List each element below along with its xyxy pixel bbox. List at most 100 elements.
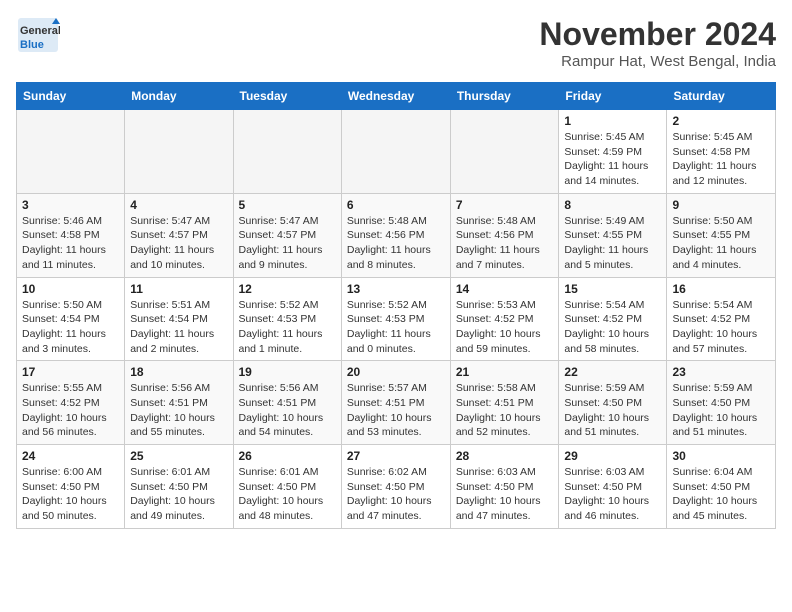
calendar-week-row: 3 Sunrise: 5:46 AM Sunset: 4:58 PM Daylig… <box>17 193 776 277</box>
calendar-cell: 5 Sunrise: 5:47 AM Sunset: 4:57 PM Daylig… <box>233 193 341 277</box>
day-info: Sunrise: 5:45 AM Sunset: 4:59 PM Dayligh… <box>564 130 661 189</box>
calendar-cell: 20Sunrise: 5:57 AM Sunset: 4:51 PM Dayli… <box>341 361 450 445</box>
day-info: Sunrise: 5:50 AM Sunset: 4:54 PM Dayligh… <box>22 298 119 357</box>
calendar-cell <box>341 110 450 194</box>
logo-icon: General Blue <box>16 16 60 54</box>
calendar-week-row: 1 Sunrise: 5:45 AM Sunset: 4:59 PM Daylig… <box>17 110 776 194</box>
day-number: 10 <box>22 282 119 296</box>
calendar-cell: 30 Sunrise: 6:04 AM Sunset: 4:50 PM Dayli… <box>667 445 776 529</box>
day-info: Sunrise: 5:46 AM Sunset: 4:58 PM Dayligh… <box>22 214 119 273</box>
day-number: 6 <box>347 198 445 212</box>
day-info: Sunrise: 5:48 AM Sunset: 4:56 PM Dayligh… <box>456 214 554 273</box>
calendar-table: SundayMondayTuesdayWednesdayThursdayFrid… <box>16 82 776 529</box>
day-number: 24 <box>22 449 119 463</box>
day-number: 7 <box>456 198 554 212</box>
calendar-cell: 21 Sunrise: 5:58 AM Sunset: 4:51 PM Dayli… <box>450 361 559 445</box>
day-info: Sunrise: 5:56 AM Sunset: 4:51 PM Dayligh… <box>239 381 336 440</box>
calendar-week-row: 24 Sunrise: 6:00 AM Sunset: 4:50 PM Dayli… <box>17 445 776 529</box>
page-header: General Blue November 2024 Rampur Hat, W… <box>16 16 776 70</box>
day-number: 14 <box>456 282 554 296</box>
day-info: Sunrise: 5:45 AM Sunset: 4:58 PM Dayligh… <box>672 130 770 189</box>
calendar-cell <box>450 110 559 194</box>
day-info: Sunrise: 6:03 AM Sunset: 4:50 PM Dayligh… <box>564 465 661 524</box>
day-info: Sunrise: 5:58 AM Sunset: 4:51 PM Dayligh… <box>456 381 554 440</box>
day-number: 12 <box>239 282 336 296</box>
col-header-saturday: Saturday <box>667 83 776 110</box>
day-info: Sunrise: 5:52 AM Sunset: 4:53 PM Dayligh… <box>239 298 336 357</box>
day-number: 2 <box>672 114 770 128</box>
day-info: Sunrise: 6:01 AM Sunset: 4:50 PM Dayligh… <box>130 465 227 524</box>
day-info: Sunrise: 5:57 AM Sunset: 4:51 PM Dayligh… <box>347 381 445 440</box>
col-header-wednesday: Wednesday <box>341 83 450 110</box>
day-number: 13 <box>347 282 445 296</box>
day-number: 1 <box>564 114 661 128</box>
calendar-week-row: 10 Sunrise: 5:50 AM Sunset: 4:54 PM Dayli… <box>17 277 776 361</box>
logo: General Blue <box>16 16 60 54</box>
calendar-cell: 18 Sunrise: 5:56 AM Sunset: 4:51 PM Dayli… <box>125 361 233 445</box>
calendar-header-row: SundayMondayTuesdayWednesdayThursdayFrid… <box>17 83 776 110</box>
calendar-cell: 13 Sunrise: 5:52 AM Sunset: 4:53 PM Dayli… <box>341 277 450 361</box>
day-info: Sunrise: 5:56 AM Sunset: 4:51 PM Dayligh… <box>130 381 227 440</box>
day-number: 28 <box>456 449 554 463</box>
calendar-cell <box>17 110 125 194</box>
calendar-cell: 3 Sunrise: 5:46 AM Sunset: 4:58 PM Daylig… <box>17 193 125 277</box>
calendar-cell: 8Sunrise: 5:49 AM Sunset: 4:55 PM Daylig… <box>559 193 667 277</box>
day-number: 4 <box>130 198 227 212</box>
calendar-cell: 14 Sunrise: 5:53 AM Sunset: 4:52 PM Dayli… <box>450 277 559 361</box>
calendar-cell: 27 Sunrise: 6:02 AM Sunset: 4:50 PM Dayli… <box>341 445 450 529</box>
col-header-sunday: Sunday <box>17 83 125 110</box>
day-number: 16 <box>672 282 770 296</box>
calendar-cell: 19 Sunrise: 5:56 AM Sunset: 4:51 PM Dayli… <box>233 361 341 445</box>
day-info: Sunrise: 5:47 AM Sunset: 4:57 PM Dayligh… <box>130 214 227 273</box>
day-info: Sunrise: 5:47 AM Sunset: 4:57 PM Dayligh… <box>239 214 336 273</box>
svg-text:General: General <box>20 25 60 37</box>
calendar-cell: 24 Sunrise: 6:00 AM Sunset: 4:50 PM Dayli… <box>17 445 125 529</box>
day-number: 25 <box>130 449 227 463</box>
calendar-cell: 4 Sunrise: 5:47 AM Sunset: 4:57 PM Daylig… <box>125 193 233 277</box>
calendar-cell: 29Sunrise: 6:03 AM Sunset: 4:50 PM Dayli… <box>559 445 667 529</box>
day-number: 30 <box>672 449 770 463</box>
day-info: Sunrise: 5:50 AM Sunset: 4:55 PM Dayligh… <box>672 214 770 273</box>
calendar-cell <box>125 110 233 194</box>
day-info: Sunrise: 5:55 AM Sunset: 4:52 PM Dayligh… <box>22 381 119 440</box>
calendar-cell: 28 Sunrise: 6:03 AM Sunset: 4:50 PM Dayli… <box>450 445 559 529</box>
day-number: 27 <box>347 449 445 463</box>
calendar-cell: 23 Sunrise: 5:59 AM Sunset: 4:50 PM Dayli… <box>667 361 776 445</box>
day-number: 9 <box>672 198 770 212</box>
calendar-cell: 16 Sunrise: 5:54 AM Sunset: 4:52 PM Dayli… <box>667 277 776 361</box>
day-info: Sunrise: 6:04 AM Sunset: 4:50 PM Dayligh… <box>672 465 770 524</box>
day-info: Sunrise: 5:59 AM Sunset: 4:50 PM Dayligh… <box>564 381 661 440</box>
col-header-tuesday: Tuesday <box>233 83 341 110</box>
day-number: 18 <box>130 365 227 379</box>
calendar-cell: 22Sunrise: 5:59 AM Sunset: 4:50 PM Dayli… <box>559 361 667 445</box>
day-number: 17 <box>22 365 119 379</box>
day-number: 26 <box>239 449 336 463</box>
day-number: 19 <box>239 365 336 379</box>
day-info: Sunrise: 6:03 AM Sunset: 4:50 PM Dayligh… <box>456 465 554 524</box>
col-header-thursday: Thursday <box>450 83 559 110</box>
day-info: Sunrise: 5:54 AM Sunset: 4:52 PM Dayligh… <box>672 298 770 357</box>
day-number: 15 <box>564 282 661 296</box>
day-info: Sunrise: 5:48 AM Sunset: 4:56 PM Dayligh… <box>347 214 445 273</box>
calendar-cell: 1 Sunrise: 5:45 AM Sunset: 4:59 PM Daylig… <box>559 110 667 194</box>
svg-text:Blue: Blue <box>20 39 44 51</box>
day-number: 21 <box>456 365 554 379</box>
day-info: Sunrise: 5:52 AM Sunset: 4:53 PM Dayligh… <box>347 298 445 357</box>
calendar-body: 1 Sunrise: 5:45 AM Sunset: 4:59 PM Daylig… <box>17 110 776 529</box>
day-info: Sunrise: 5:53 AM Sunset: 4:52 PM Dayligh… <box>456 298 554 357</box>
title-block: November 2024 Rampur Hat, West Bengal, I… <box>539 16 776 70</box>
calendar-cell: 6 Sunrise: 5:48 AM Sunset: 4:56 PM Daylig… <box>341 193 450 277</box>
day-info: Sunrise: 6:00 AM Sunset: 4:50 PM Dayligh… <box>22 465 119 524</box>
day-info: Sunrise: 6:02 AM Sunset: 4:50 PM Dayligh… <box>347 465 445 524</box>
day-number: 5 <box>239 198 336 212</box>
day-info: Sunrise: 5:51 AM Sunset: 4:54 PM Dayligh… <box>130 298 227 357</box>
calendar-cell: 17 Sunrise: 5:55 AM Sunset: 4:52 PM Dayli… <box>17 361 125 445</box>
day-number: 3 <box>22 198 119 212</box>
day-number: 8 <box>564 198 661 212</box>
day-number: 23 <box>672 365 770 379</box>
day-info: Sunrise: 5:59 AM Sunset: 4:50 PM Dayligh… <box>672 381 770 440</box>
calendar-week-row: 17 Sunrise: 5:55 AM Sunset: 4:52 PM Dayli… <box>17 361 776 445</box>
calendar-cell: 12 Sunrise: 5:52 AM Sunset: 4:53 PM Dayli… <box>233 277 341 361</box>
calendar-cell: 10 Sunrise: 5:50 AM Sunset: 4:54 PM Dayli… <box>17 277 125 361</box>
calendar-cell: 11Sunrise: 5:51 AM Sunset: 4:54 PM Dayli… <box>125 277 233 361</box>
